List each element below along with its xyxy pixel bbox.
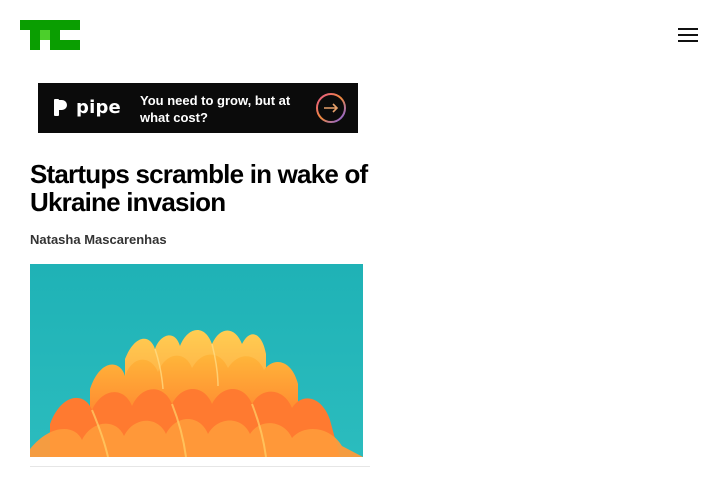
ad-headline: You need to grow, but at what cost? bbox=[140, 93, 291, 125]
article-hero-image[interactable] bbox=[30, 264, 363, 458]
ad-brand: pipe bbox=[54, 97, 121, 118]
article-author[interactable]: Natasha Mascarenhas bbox=[30, 232, 167, 247]
divider bbox=[30, 466, 370, 467]
pipe-logo-icon bbox=[54, 99, 67, 116]
techcrunch-logo[interactable] bbox=[20, 20, 80, 50]
article-title[interactable]: Startups scramble in wake of Ukraine inv… bbox=[30, 160, 375, 216]
hamburger-menu-icon[interactable] bbox=[675, 24, 701, 46]
orange-paper-waves-image bbox=[30, 264, 363, 458]
arrow-right-circle-icon[interactable] bbox=[315, 92, 347, 124]
site-header bbox=[0, 0, 720, 70]
advertisement-banner[interactable]: pipe You need to grow, but at what cost? bbox=[38, 83, 358, 133]
tc-logo-icon bbox=[20, 20, 80, 50]
ad-brand-name: pipe bbox=[76, 97, 121, 118]
